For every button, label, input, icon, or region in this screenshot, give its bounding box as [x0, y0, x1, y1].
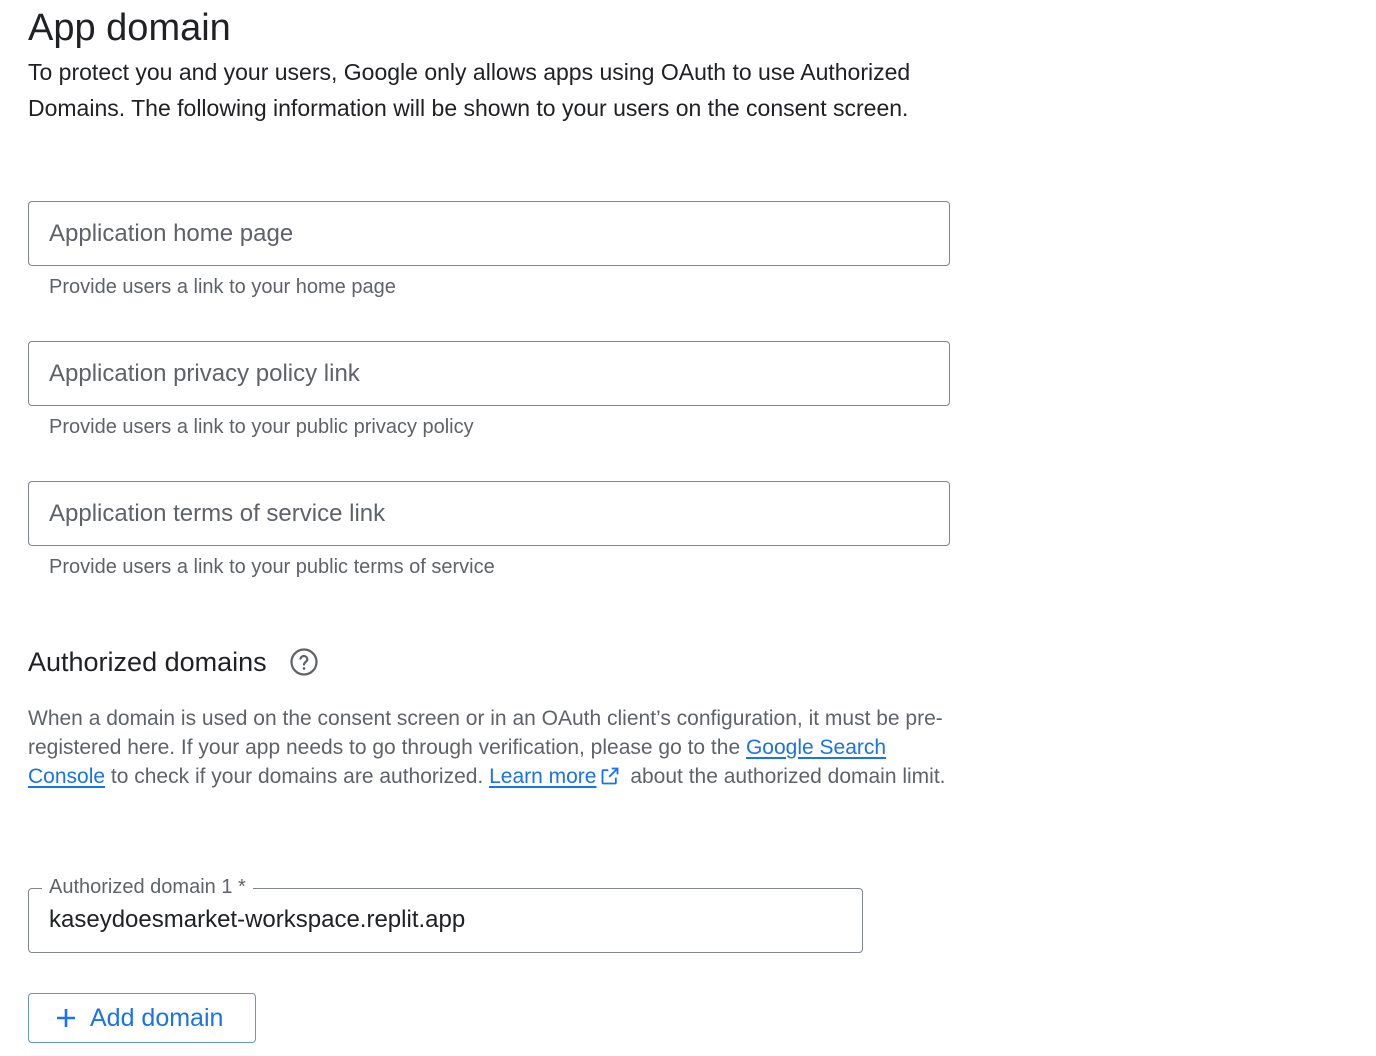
terms-of-service-field: Provide users a link to your public term…: [28, 481, 950, 579]
authorized-domains-title: Authorized domains: [28, 646, 267, 677]
authorized-domains-header: Authorized domains: [28, 640, 319, 684]
section-title: App domain: [28, 7, 231, 49]
plus-icon: [54, 1006, 78, 1030]
privacy-policy-field: Provide users a link to your public priv…: [28, 341, 950, 439]
authorized-domain-label: Authorized domain 1 *: [42, 875, 253, 899]
authorized-domains-description: When a domain is used on the consent scr…: [28, 704, 950, 791]
learn-more-link[interactable]: Learn more: [489, 765, 596, 788]
authorized-domain-field: Authorized domain 1 *: [28, 875, 863, 953]
terms-of-service-hint: Provide users a link to your public term…: [49, 556, 495, 578]
help-circle-icon[interactable]: [289, 647, 319, 677]
terms-of-service-input[interactable]: [49, 499, 929, 528]
authorized-domain-input[interactable]: [49, 905, 842, 934]
auth-desc-text-2: to check if your domains are authorized.: [105, 765, 490, 788]
home-page-input[interactable]: [49, 219, 929, 248]
home-page-hint: Provide users a link to your home page: [49, 276, 396, 298]
add-domain-button[interactable]: Add domain: [28, 993, 256, 1043]
privacy-policy-input-box[interactable]: [28, 341, 950, 406]
home-page-field: Provide users a link to your home page: [28, 201, 950, 299]
app-domain-section: App domain To protect you and your users…: [28, 0, 950, 1043]
add-domain-label: Add domain: [90, 1003, 224, 1032]
terms-of-service-input-box[interactable]: [28, 481, 950, 546]
auth-desc-text-3: about the authorized domain limit.: [624, 765, 946, 788]
open-in-new-icon[interactable]: [600, 765, 620, 785]
privacy-policy-hint: Provide users a link to your public priv…: [49, 416, 474, 438]
privacy-policy-input[interactable]: [49, 359, 929, 388]
section-description: To protect you and your users, Google on…: [28, 59, 911, 121]
home-page-input-box[interactable]: [28, 201, 950, 266]
